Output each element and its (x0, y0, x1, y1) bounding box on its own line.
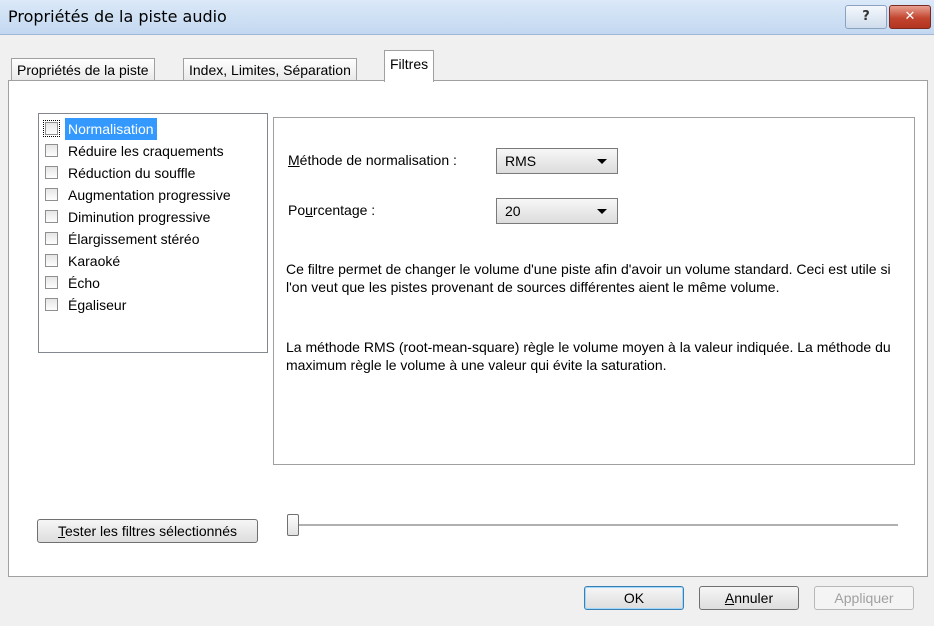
method-label: Méthode de normalisation : (288, 152, 457, 168)
filter-item-crackle-reduction[interactable]: Réduire les craquements (41, 140, 263, 162)
tab-filters[interactable]: Filtres (384, 50, 435, 82)
filter-label: Réduction du souffle (68, 165, 196, 181)
filter-checkbox[interactable] (45, 188, 58, 201)
filter-item-normalisation[interactable]: Normalisation (41, 118, 263, 140)
test-filters-button[interactable]: Tester les filtres sélectionnés (37, 519, 258, 543)
filter-label: Élargissement stéréo (68, 231, 200, 247)
method-value: RMS (505, 153, 537, 169)
chevron-down-icon (597, 159, 607, 164)
filter-label: Diminution progressive (68, 209, 211, 225)
percent-dropdown[interactable]: 20 (496, 198, 618, 224)
percent-value: 20 (505, 203, 521, 219)
filter-label: Réduire les craquements (68, 143, 224, 159)
filter-description: Ce filtre permet de changer le volume d'… (286, 261, 891, 295)
filter-checkbox[interactable] (45, 166, 58, 179)
filter-checkbox[interactable] (43, 120, 60, 137)
filter-label: Augmentation progressive (68, 187, 231, 203)
method-dropdown[interactable]: RMS (496, 148, 618, 174)
ok-button[interactable]: OK (584, 586, 684, 610)
title-bar: Propriétés de la piste audio ? ✕ (0, 0, 934, 35)
help-icon: ? (862, 9, 870, 24)
help-button[interactable]: ? (845, 5, 887, 29)
filter-item-fade-out[interactable]: Diminution progressive (41, 206, 263, 228)
cancel-button[interactable]: Annuler (699, 586, 799, 610)
filter-item-karaoke[interactable]: Karaoké (41, 250, 263, 272)
filter-checkbox[interactable] (45, 254, 58, 267)
filter-label: Normalisation (65, 118, 157, 140)
filter-item-equalizer[interactable]: Égaliseur (41, 294, 263, 316)
filter-checkbox[interactable] (45, 210, 58, 223)
filter-checkbox[interactable] (45, 298, 58, 311)
tab-index-limits[interactable]: Index, Limites, Séparation (183, 58, 357, 81)
filter-label: Égaliseur (68, 297, 127, 313)
filter-item-stereo-widening[interactable]: Élargissement stéréo (41, 228, 263, 250)
method-description: La méthode RMS (root-mean-square) règle … (286, 339, 891, 373)
filter-checkbox[interactable] (45, 276, 58, 289)
filter-checkbox[interactable] (45, 144, 58, 157)
filter-item-hiss-reduction[interactable]: Réduction du souffle (41, 162, 263, 184)
apply-button[interactable]: Appliquer (814, 586, 914, 610)
filter-label: Écho (68, 275, 100, 291)
close-button[interactable]: ✕ (889, 5, 931, 29)
filters-tab-panel: Normalisation Réduire les craquements Ré… (8, 80, 928, 577)
filter-item-echo[interactable]: Écho (41, 272, 263, 294)
close-icon: ✕ (904, 9, 916, 24)
window-title: Propriétés de la piste audio (8, 7, 227, 26)
percent-label: Pourcentage : (288, 202, 376, 218)
tab-track-properties[interactable]: Propriétés de la piste (11, 58, 155, 81)
filter-item-fade-in[interactable]: Augmentation progressive (41, 184, 263, 206)
preview-slider-thumb[interactable] (287, 514, 299, 536)
filter-list[interactable]: Normalisation Réduire les craquements Ré… (38, 113, 268, 353)
chevron-down-icon (597, 209, 607, 214)
filter-label: Karaoké (68, 253, 121, 269)
filter-settings-panel: Méthode de normalisation : RMS Pourcenta… (273, 117, 915, 465)
preview-slider-track[interactable] (296, 524, 898, 527)
filter-checkbox[interactable] (45, 232, 58, 245)
